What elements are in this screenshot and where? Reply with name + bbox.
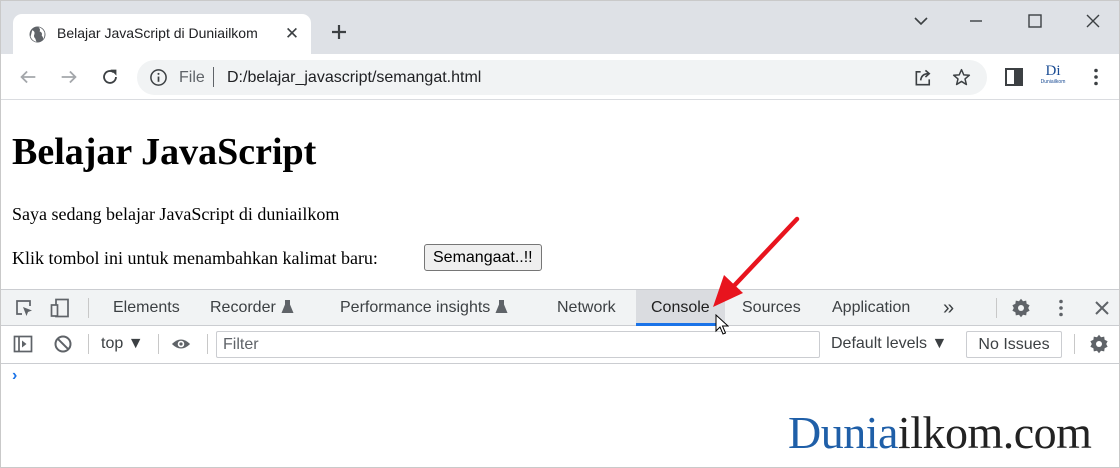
reload-icon[interactable]	[99, 66, 121, 88]
device-toolbar-icon[interactable]	[50, 298, 70, 318]
minimize-icon[interactable]	[964, 9, 988, 33]
side-panel-icon[interactable]	[1003, 66, 1025, 88]
divider	[88, 334, 89, 354]
menu-kebab-icon[interactable]	[1085, 66, 1107, 88]
page-heading: Belajar JavaScript	[12, 131, 317, 173]
console-prompt[interactable]: ›	[12, 367, 17, 385]
clear-console-icon[interactable]	[53, 334, 73, 354]
tab-performance-insights-label: Performance insights	[340, 299, 491, 316]
caret-down-icon: ▼	[931, 335, 948, 352]
globe-icon	[29, 26, 46, 43]
inspect-element-icon[interactable]	[14, 298, 34, 318]
divider	[1074, 334, 1075, 354]
close-window-icon[interactable]	[1081, 9, 1105, 33]
context-selector[interactable]: top ▼	[101, 335, 144, 353]
caret-down-icon: ▼	[127, 335, 144, 352]
devtools-menu-kebab-icon[interactable]	[1051, 298, 1071, 318]
button-prompt-text: Klik tombol ini untuk menambahkan kalima…	[12, 248, 378, 268]
divider	[158, 334, 159, 354]
filter-input[interactable]: Filter	[216, 331, 820, 358]
profile-avatar[interactable]: Di Duniailkom	[1037, 64, 1069, 90]
back-icon[interactable]	[17, 66, 39, 88]
tab-elements[interactable]: Elements	[113, 290, 180, 326]
share-icon[interactable]	[913, 67, 934, 88]
address-bar[interactable]: File D:/belajar_javascript/semangat.html	[137, 60, 987, 95]
watermark-logo: Duniailkom.com	[788, 406, 1092, 459]
page-paragraph: Saya sedang belajar JavaScript di duniai…	[12, 204, 340, 224]
settings-gear-icon[interactable]	[1011, 298, 1031, 318]
issues-button[interactable]: No Issues	[966, 331, 1062, 358]
tab-title: Belajar JavaScript di Duniailkom	[57, 25, 258, 41]
tab-search-chevron-icon[interactable]	[909, 9, 933, 33]
page-content: Belajar JavaScript Saya sedang belajar J…	[1, 101, 1119, 288]
tab-network[interactable]: Network	[557, 290, 616, 326]
semangat-button[interactable]: Semangaat..!!	[424, 244, 542, 271]
flask-icon	[281, 300, 294, 313]
new-tab-icon[interactable]	[327, 20, 351, 44]
watermark-part2: ilkom.com	[897, 407, 1092, 458]
scheme-label: File	[179, 69, 205, 86]
close-devtools-icon[interactable]	[1092, 298, 1112, 318]
mouse-cursor-icon	[715, 314, 729, 335]
browser-tab[interactable]: Belajar JavaScript di Duniailkom ✕	[13, 14, 311, 54]
close-tab-icon[interactable]: ✕	[283, 25, 301, 43]
divider	[207, 334, 208, 354]
tab-application[interactable]: Application	[832, 290, 910, 326]
sidebar-toggle-icon[interactable]	[13, 334, 33, 354]
tab-performance-insights[interactable]: Performance insights	[340, 290, 508, 326]
forward-icon[interactable]	[58, 66, 80, 88]
devtools-tabbar: Elements Recorder Performance insights N…	[1, 289, 1119, 326]
log-levels-label: Default levels	[831, 335, 928, 352]
bookmark-star-icon[interactable]	[951, 67, 972, 88]
annotation-arrow	[713, 216, 800, 307]
url-text[interactable]: D:/belajar_javascript/semangat.html	[227, 69, 481, 87]
divider	[996, 298, 997, 318]
console-toolbar: top ▼ Filter Default levels ▼ No Issues	[1, 326, 1119, 364]
browser-window: Belajar JavaScript di Duniailkom ✕ File …	[0, 0, 1120, 468]
context-label: top	[101, 335, 124, 352]
info-icon[interactable]	[149, 68, 168, 87]
profile-label: Di	[1045, 63, 1061, 79]
tab-strip: Belajar JavaScript di Duniailkom ✕	[1, 1, 1119, 54]
tab-recorder[interactable]: Recorder	[210, 290, 294, 326]
console-settings-gear-icon[interactable]	[1089, 334, 1109, 354]
flask-icon	[495, 300, 508, 313]
eye-icon[interactable]	[171, 334, 191, 354]
watermark-part1: Dunia	[788, 407, 898, 458]
profile-sublabel: Duniailkom	[1040, 79, 1066, 85]
browser-toolbar: File D:/belajar_javascript/semangat.html…	[1, 54, 1119, 100]
more-tabs-icon[interactable]: »	[943, 290, 954, 326]
omnibox-divider	[213, 67, 214, 87]
divider	[88, 298, 89, 318]
log-levels-dropdown[interactable]: Default levels ▼	[831, 335, 947, 353]
tab-recorder-label: Recorder	[210, 299, 276, 316]
maximize-icon[interactable]	[1023, 9, 1047, 33]
